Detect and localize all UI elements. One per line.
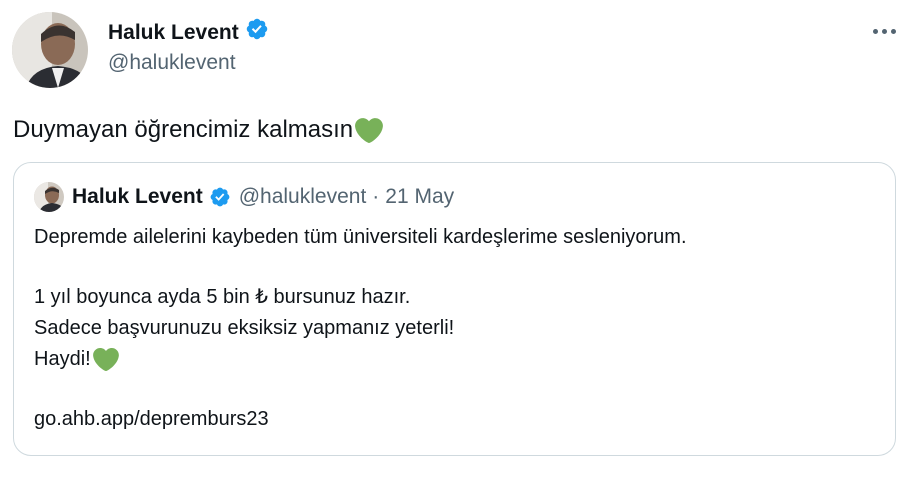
quoted-author-handle[interactable]: @haluklevent — [239, 183, 367, 211]
green-heart-icon — [92, 348, 119, 371]
tweet-text: Duymayan öğrencimiz kalmasın — [13, 115, 384, 145]
quoted-tweet-date[interactable]: 21 May — [385, 183, 454, 211]
verified-badge-icon — [209, 186, 231, 208]
body-line: 1 yıl boyunca ayda 5 bin ₺ bursunuz hazı… — [34, 286, 411, 308]
author-name[interactable]: Haluk Levent — [108, 20, 239, 46]
more-options-icon[interactable] — [868, 18, 900, 44]
body-line-text: Haydi! — [34, 348, 91, 370]
quoted-tweet-header: Haluk Levent @haluklevent · 21 May — [72, 183, 454, 211]
quoted-tweet-body: Depremde ailelerini kaybeden tüm ünivers… — [34, 222, 884, 435]
author-avatar[interactable] — [12, 12, 88, 88]
body-line-haydi: Haydi! — [34, 344, 884, 375]
body-line: Sadece başvurunuzu eksiksiz yapmanız yet… — [34, 317, 455, 339]
quoted-tweet-card[interactable]: Haluk Levent @haluklevent · 21 May Depre… — [13, 162, 896, 456]
body-line: Depremde ailelerini kaybeden tüm ünivers… — [34, 226, 687, 248]
quoted-author-avatar[interactable] — [34, 182, 64, 212]
author-name-row: Haluk Levent — [108, 17, 269, 48]
body-link[interactable]: go.ahb.app/depremburs23 — [34, 404, 884, 435]
tweet-text-content: Duymayan öğrencimiz kalmasın — [13, 116, 354, 143]
verified-badge-icon — [245, 17, 269, 48]
green-heart-icon — [355, 117, 384, 143]
quoted-author-name[interactable]: Haluk Levent — [72, 183, 203, 211]
separator-dot: · — [372, 185, 380, 208]
author-handle[interactable]: @haluklevent — [108, 50, 236, 76]
